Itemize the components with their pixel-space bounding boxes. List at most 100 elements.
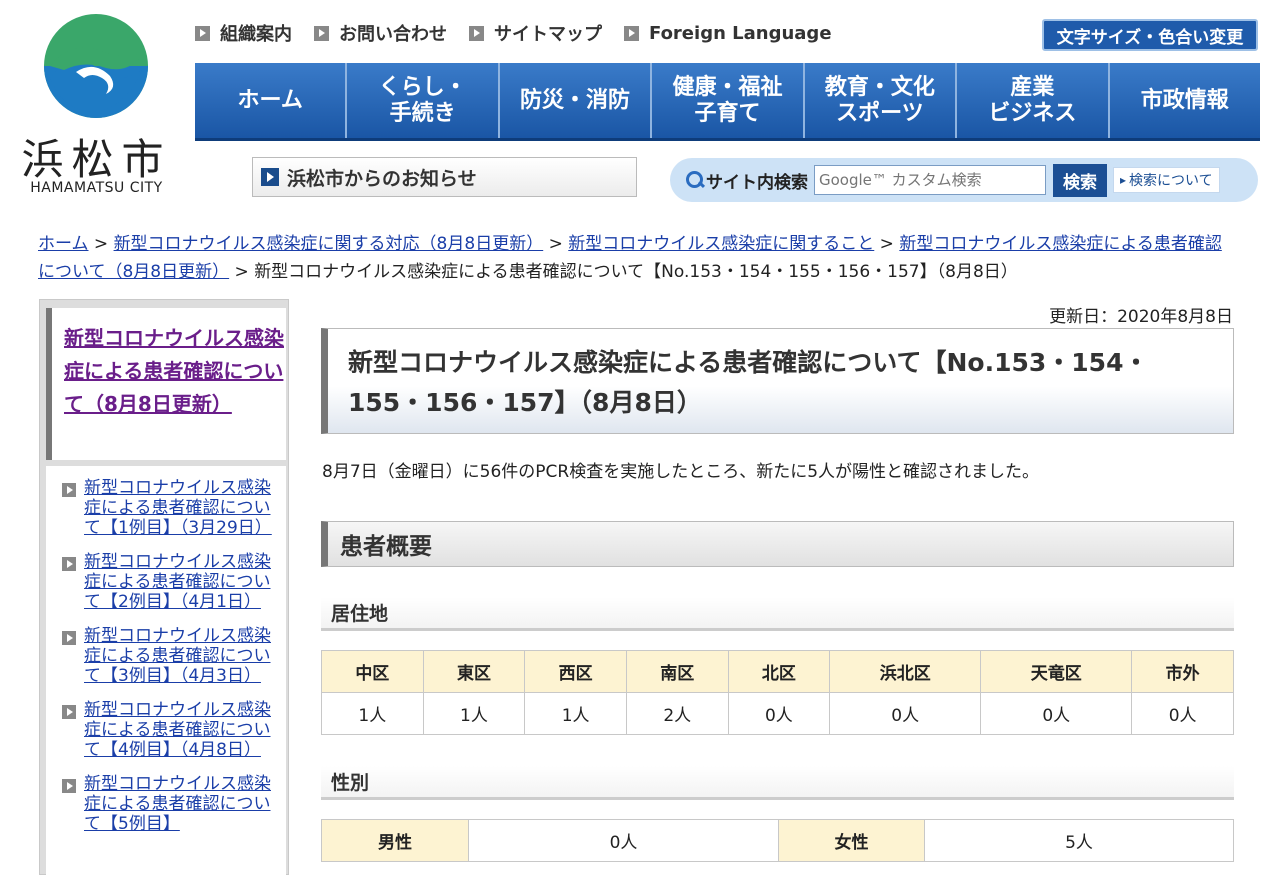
- table-header: 東区: [422, 650, 526, 693]
- nav-education-label-2: スポーツ: [836, 100, 924, 126]
- list-item: 新型コロナウイルス感染症による患者確認について【5例目】: [46, 774, 286, 834]
- link-organization[interactable]: 組織案内: [195, 20, 292, 46]
- subheading-gender: 性別: [321, 766, 1234, 800]
- search-input[interactable]: [814, 165, 1046, 195]
- breadcrumb-covid-related[interactable]: 新型コロナウイルス感染症に関すること: [568, 234, 874, 254]
- link-sitemap-label: サイトマップ: [494, 24, 602, 45]
- table-header: 市外: [1131, 650, 1234, 693]
- page-title-line-2: 155・156・157】（8月8日）: [348, 388, 702, 417]
- link-contact[interactable]: お問い合わせ: [314, 20, 447, 46]
- sidebar-heading-link[interactable]: 新型コロナウイルス感染症による患者確認について（8月8日更新）: [64, 326, 284, 416]
- updated-date: 更新日：2020年8月8日: [1049, 307, 1233, 327]
- arrow-right-icon: [195, 25, 210, 41]
- arrow-right-icon: [62, 557, 76, 571]
- breadcrumb-separator: >: [229, 262, 255, 282]
- table-cell: 0人: [829, 692, 982, 735]
- residence-table: 中区 東区 西区 南区 北区 浜北区 天竜区 市外 1人 1人 1人 2人 0人…: [321, 650, 1234, 735]
- arrow-right-icon: [62, 779, 76, 793]
- nav-health-label-2: 子育て: [694, 100, 761, 126]
- breadcrumb-current: 新型コロナウイルス感染症による患者確認について【No.153・154・155・1…: [254, 262, 1018, 282]
- table-header: 中区: [321, 650, 424, 693]
- table-cell: 5人: [924, 819, 1234, 862]
- link-sitemap[interactable]: サイトマップ: [469, 20, 602, 46]
- list-item: 新型コロナウイルス感染症による患者確認について【2例目】（4月1日）: [46, 552, 286, 612]
- table-row: 1人 1人 1人 2人 0人 0人 0人 0人: [321, 692, 1234, 735]
- sidebar-heading: 新型コロナウイルス感染症による患者確認について（8月8日更新）: [46, 308, 286, 460]
- list-item: 新型コロナウイルス感染症による患者確認について【1例目】（3月29日）: [46, 478, 286, 538]
- arrow-right-icon: [62, 631, 76, 645]
- arrow-right-icon: [314, 25, 329, 41]
- utility-links: 組織案内 お問い合わせ サイトマップ Foreign Language: [195, 20, 832, 46]
- sidebar-link-case-3[interactable]: 新型コロナウイルス感染症による患者確認について【3例目】（4月3日）: [84, 626, 274, 686]
- arrow-right-icon: [469, 25, 484, 41]
- breadcrumb-covid-response[interactable]: 新型コロナウイルス感染症に関する対応（8月8日更新）: [114, 234, 544, 254]
- arrow-right-icon: [62, 705, 76, 719]
- nav-home-label: ホーム: [237, 87, 303, 113]
- nav-disaster[interactable]: 防災・消防: [499, 63, 653, 138]
- table-cell: 0人: [468, 819, 779, 862]
- sidebar-link-case-1[interactable]: 新型コロナウイルス感染症による患者確認について【1例目】（3月29日）: [84, 478, 274, 538]
- table-header: 南区: [625, 650, 729, 693]
- gender-table: 男性 0人 女性 5人: [321, 819, 1234, 862]
- global-nav: ホーム くらし・ 手続き 防災・消防 健康・福祉 子育て 教育・文化 スポーツ 産業ビ…: [195, 63, 1260, 141]
- nav-living[interactable]: くらし・ 手続き: [347, 63, 500, 138]
- search-help-link[interactable]: 検索について: [1113, 167, 1220, 193]
- nav-education[interactable]: 教育・文化 スポーツ: [804, 63, 958, 138]
- breadcrumb-home[interactable]: ホーム: [38, 234, 89, 254]
- breadcrumb: ホーム > 新型コロナウイルス感染症に関する対応（8月8日更新） > 新型コロナ…: [38, 230, 1238, 286]
- list-item: 新型コロナウイルス感染症による患者確認について【4例目】（4月8日）: [46, 700, 286, 760]
- page-title-line-1: 新型コロナウイルス感染症による患者確認について【No.153・154・: [348, 348, 1149, 377]
- nav-industry[interactable]: 産業 ビジネス: [957, 63, 1110, 138]
- search-button[interactable]: 検索: [1053, 163, 1107, 197]
- table-header: 西区: [524, 650, 627, 693]
- arrow-right-icon: [261, 168, 279, 186]
- sidebar-link-case-4[interactable]: 新型コロナウイルス感染症による患者確認について【4例目】（4月8日）: [84, 700, 274, 760]
- table-header: 浜北区: [829, 650, 982, 693]
- table-header: 天竜区: [980, 650, 1133, 693]
- search-icon: [686, 171, 704, 189]
- city-notice-label: 浜松市からのお知らせ: [287, 167, 477, 190]
- table-header: 女性: [778, 819, 925, 862]
- subheading-residence: 居住地: [321, 597, 1234, 631]
- city-emblem-icon: [44, 14, 148, 118]
- link-foreign-language-label: Foreign Language: [649, 22, 832, 44]
- nav-disaster-label: 防災・消防: [520, 87, 631, 113]
- section-heading-patient-overview: 患者概要: [321, 521, 1234, 567]
- sidebar-link-case-2[interactable]: 新型コロナウイルス感染症による患者確認について【2例目】（4月1日）: [84, 552, 274, 612]
- logo-city-name: 浜松市: [21, 135, 172, 184]
- link-contact-label: お問い合わせ: [339, 24, 447, 45]
- city-notice-button[interactable]: 浜松市からのお知らせ: [252, 157, 637, 197]
- sidebar-list: 新型コロナウイルス感染症による患者確認について【1例目】（3月29日） 新型コロ…: [46, 466, 286, 875]
- breadcrumb-separator: >: [88, 234, 114, 254]
- nav-city-info-label: 市政情報: [1140, 87, 1229, 113]
- breadcrumb-separator: >: [543, 234, 569, 254]
- table-cell: 2人: [625, 692, 729, 735]
- sidebar-link-case-5[interactable]: 新型コロナウイルス感染症による患者確認について【5例目】: [84, 774, 274, 834]
- table-cell: 0人: [1131, 692, 1234, 735]
- nav-health[interactable]: 健康・福祉 子育て: [652, 63, 805, 138]
- site-search: サイト内検索 検索 検索について: [670, 158, 1258, 202]
- table-header: 男性: [321, 819, 469, 862]
- logo-city-subtitle: HAMAMATSU CITY: [30, 180, 163, 196]
- table-cell: 0人: [980, 692, 1133, 735]
- table-cell: 1人: [321, 692, 424, 735]
- table-cell: 1人: [422, 692, 526, 735]
- nav-education-label-1: 教育・文化: [824, 74, 935, 100]
- city-logo[interactable]: 浜松市 HAMAMATSU CITY: [14, 8, 179, 198]
- page-title: 新型コロナウイルス感染症による患者確認について【No.153・154・ 155・…: [321, 328, 1234, 434]
- link-foreign-language[interactable]: Foreign Language: [624, 20, 832, 46]
- nav-industry-label-2: ビジネス: [988, 100, 1077, 126]
- table-row: 男性 0人 女性 5人: [321, 819, 1234, 862]
- nav-living-label-1: くらし・: [378, 74, 467, 100]
- nav-home[interactable]: ホーム: [195, 63, 348, 138]
- arrow-right-icon: [624, 25, 639, 41]
- nav-industry-label-1: 産業: [1010, 74, 1055, 100]
- breadcrumb-separator: >: [874, 234, 900, 254]
- nav-city-info[interactable]: 市政情報: [1109, 63, 1260, 138]
- nav-living-label-2: 手続き: [389, 100, 456, 126]
- sidebar: 新型コロナウイルス感染症による患者確認について（8月8日更新） 新型コロナウイル…: [39, 299, 289, 875]
- lead-text: 8月7日（金曜日）に56件のPCR検査を実施したところ、新たに5人が陽性と確認さ…: [322, 462, 1040, 482]
- text-size-color-button[interactable]: 文字サイズ・色合い変更: [1042, 19, 1258, 51]
- table-cell: 0人: [727, 692, 831, 735]
- table-row: 中区 東区 西区 南区 北区 浜北区 天竜区 市外: [321, 650, 1234, 693]
